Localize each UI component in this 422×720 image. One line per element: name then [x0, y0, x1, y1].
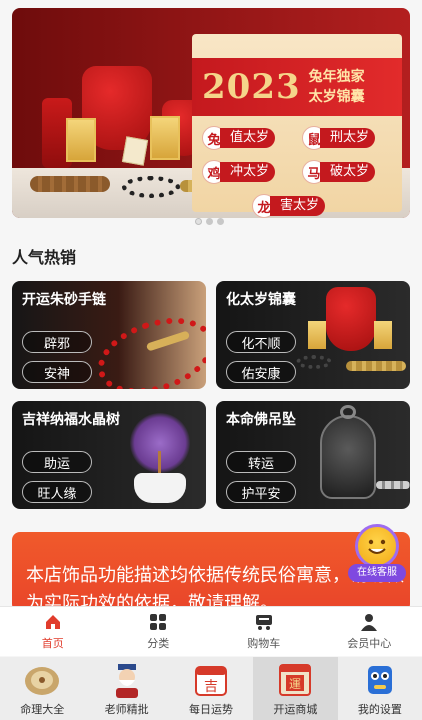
product-tag: 护平安 — [226, 481, 296, 503]
page: 2023 兔年独家 太岁锦囊 兔 值太岁 鼠 刑太岁 鸡 冲太岁 马 破太岁 龙… — [0, 0, 422, 720]
product-card[interactable]: 化太岁锦囊 化不顺 佑安康 — [216, 281, 410, 389]
product-tag: 辟邪 — [22, 331, 92, 353]
tai-sui-item: 马 破太岁 — [302, 160, 376, 184]
banner-title: 2023 兔年独家 太岁锦囊 — [192, 58, 402, 116]
tab-label: 购物车 — [247, 637, 281, 650]
tab-fortune-encyclopedia[interactable]: 命理大全 — [0, 657, 84, 720]
product-card[interactable]: 本命佛吊坠 转运 护平安 — [216, 401, 410, 509]
compass-icon — [22, 661, 62, 699]
home-icon — [43, 612, 63, 632]
tab-my-settings[interactable]: 我的设置 — [338, 657, 422, 720]
tai-sui-item: 龙 害太岁 — [252, 194, 326, 218]
shop-tab-bar: 首页 分类 购物车 会员中心 — [0, 606, 422, 656]
svg-text:運: 運 — [289, 677, 301, 691]
product-tag: 转运 — [226, 451, 296, 473]
product-title: 化太岁锦囊 — [226, 292, 296, 308]
tab-member[interactable]: 会员中心 — [317, 607, 422, 656]
support-avatar-icon — [355, 524, 399, 568]
product-tag: 化不顺 — [226, 331, 296, 353]
product-title: 本命佛吊坠 — [226, 412, 296, 428]
tab-home[interactable]: 首页 — [0, 607, 106, 656]
banner-year: 2023 — [202, 67, 301, 107]
app-tab-bar: 命理大全 老师精批 吉 每日运势 運 开运商城 我的设置 — [0, 657, 422, 720]
tai-sui-label: 值太岁 — [220, 128, 276, 148]
product-card[interactable]: 开运朱砂手链 辟邪 安神 — [12, 281, 206, 389]
banner-panel: 2023 兔年独家 太岁锦囊 兔 值太岁 鼠 刑太岁 鸡 冲太岁 马 破太岁 龙… — [192, 34, 402, 218]
tab-label: 每日运势 — [189, 703, 234, 716]
banner-subtitle-line2: 太岁锦囊 — [308, 89, 365, 105]
product-card[interactable]: 吉祥纳福水晶树 助运 旺人缘 — [12, 401, 206, 509]
user-icon — [359, 612, 379, 632]
pagination-dot[interactable] — [206, 218, 213, 225]
product-title: 开运朱砂手链 — [22, 292, 106, 308]
promo-banner[interactable]: 2023 兔年独家 太岁锦囊 兔 值太岁 鼠 刑太岁 鸡 冲太岁 马 破太岁 龙… — [12, 8, 410, 218]
product-tag: 助运 — [22, 451, 92, 473]
customer-service-button[interactable]: 在线客服 — [346, 524, 408, 586]
calendar-icon: 吉 — [191, 661, 231, 699]
customer-service-label: 在线客服 — [348, 564, 406, 582]
tai-sui-label: 害太岁 — [270, 196, 326, 216]
grid-icon — [148, 612, 168, 632]
pagination-dot[interactable] — [217, 218, 224, 225]
product-tag: 安神 — [22, 361, 92, 383]
banner-product-photo — [12, 8, 410, 218]
tai-sui-label: 冲太岁 — [220, 162, 276, 182]
banner-pagination[interactable] — [195, 218, 224, 225]
section-title: 人气热销 — [12, 248, 77, 267]
tai-sui-label: 破太岁 — [320, 162, 376, 182]
master-icon — [107, 661, 147, 699]
tab-label: 我的设置 — [357, 703, 402, 716]
svg-text:吉: 吉 — [204, 679, 218, 695]
tab-cart[interactable]: 购物车 — [211, 607, 317, 656]
pagination-dot[interactable] — [195, 218, 202, 225]
robot-icon — [360, 661, 400, 699]
tab-label: 老师精批 — [104, 703, 149, 716]
tai-sui-item: 鼠 刑太岁 — [302, 126, 376, 150]
banner-subtitle: 兔年独家 太岁锦囊 — [309, 67, 365, 107]
product-tag: 旺人缘 — [22, 481, 92, 503]
tai-sui-item: 兔 值太岁 — [202, 126, 276, 150]
shop-icon: 運 — [275, 661, 315, 699]
tab-daily-fortune[interactable]: 吉 每日运势 — [169, 657, 253, 720]
tab-label: 会员中心 — [347, 637, 392, 650]
product-title: 吉祥纳福水晶树 — [22, 412, 120, 428]
banner-subtitle-line1: 兔年独家 — [308, 69, 365, 85]
tab-label: 开运商城 — [273, 703, 318, 716]
tab-label: 命理大全 — [20, 703, 65, 716]
tab-label: 首页 — [41, 637, 64, 650]
cart-icon — [254, 612, 274, 632]
tab-master-reading[interactable]: 老师精批 — [84, 657, 168, 720]
tab-label: 分类 — [147, 637, 170, 650]
tai-sui-label: 刑太岁 — [320, 128, 376, 148]
tab-category[interactable]: 分类 — [106, 607, 212, 656]
tab-lucky-shop[interactable]: 運 开运商城 — [253, 657, 338, 720]
product-tag: 佑安康 — [226, 361, 296, 383]
tai-sui-item: 鸡 冲太岁 — [202, 160, 276, 184]
